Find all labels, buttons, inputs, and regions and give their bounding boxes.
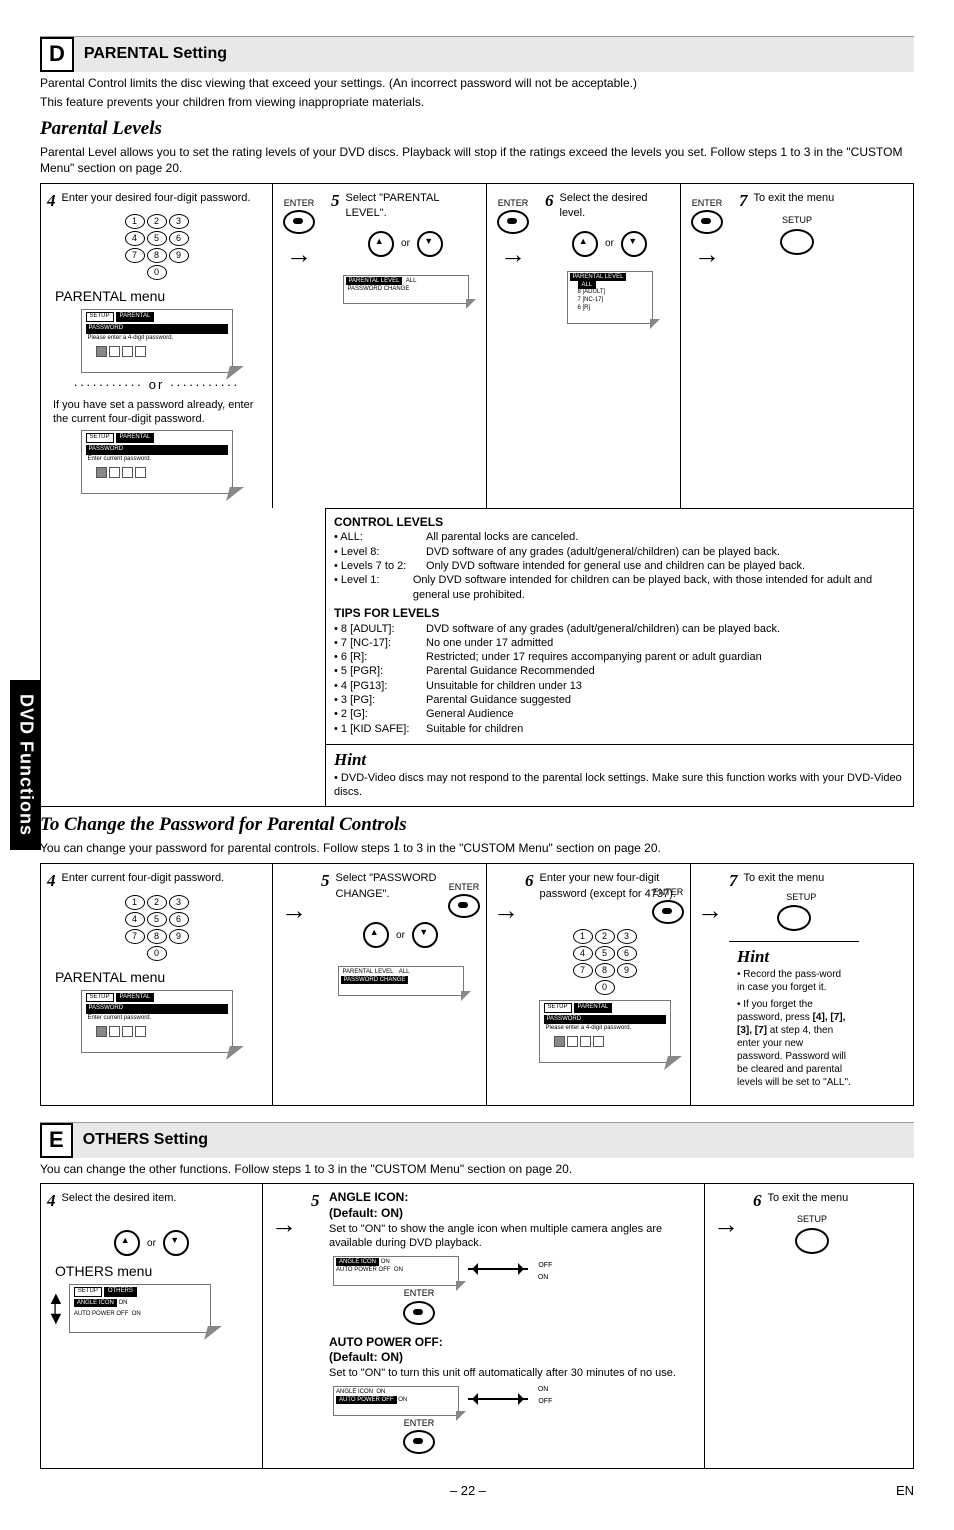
pw-step5-text: Select "PASSWORD CHANGE".	[336, 872, 437, 900]
angle-icon-title: ANGLE ICON:	[329, 1190, 408, 1204]
down-button-icon	[621, 231, 647, 257]
section-e-header: E OTHERS Setting	[40, 1122, 914, 1158]
section-title-e: OTHERS Setting	[83, 1130, 208, 1151]
osd-pw-change-menu: PARENTAL LEVEL ALL PASSWORD CHANGE	[338, 966, 464, 996]
step-num-7: 7	[739, 190, 748, 212]
up-button-icon	[368, 231, 394, 257]
keypad-icon: 123 456 789 0	[525, 928, 684, 996]
pw-step6-text: Enter your new four-digit password (exce…	[540, 872, 676, 900]
page-number: – 22 –	[450, 1483, 486, 1500]
setup-button-icon	[780, 229, 814, 255]
step7-text: To exit the menu	[754, 192, 835, 204]
angle-text: Set to "ON" to show the angle icon when …	[329, 1222, 698, 1251]
arrow-icon: →	[279, 238, 319, 272]
or-label: or	[401, 238, 410, 249]
para-intro1: Parental Control limits the disc viewing…	[40, 76, 914, 92]
auto-text: Set to "ON" to turn this unit off automa…	[329, 1366, 698, 1380]
subhead-change-password: To Change the Password for Parental Cont…	[40, 813, 914, 838]
step-num-6: 6	[545, 190, 554, 212]
e-step4-text: Select the desired item.	[62, 1192, 177, 1204]
arrow-icon: →	[493, 238, 533, 272]
osd-parental-current-pw: SETUPPARENTAL PASSWORD Enter current pas…	[81, 430, 233, 493]
enter-button-icon	[283, 210, 315, 234]
osd-pw-current: SETUPPARENTAL PASSWORD Enter current pas…	[81, 990, 233, 1053]
up-button-icon	[363, 922, 389, 948]
alt-note: If you have set a password already, ente…	[47, 398, 266, 427]
section-letter-d: D	[40, 37, 74, 72]
setup-button-icon	[777, 905, 811, 931]
enter-button-icon	[448, 894, 480, 918]
arrow-icon: →	[279, 894, 309, 928]
up-button-icon	[572, 231, 598, 257]
down-button-icon	[163, 1230, 189, 1256]
para-sub1: Parental Level allows you to set the rat…	[40, 145, 914, 176]
pw-step4-text: Enter current four-digit password.	[62, 872, 225, 884]
side-tab-dvd-functions: DVD Functions	[10, 680, 41, 850]
hint-block-1: Hint • DVD-Video discs may not respond t…	[326, 744, 913, 806]
enter-button-icon	[652, 900, 684, 924]
nav-cross-icon: ON OFF	[468, 1389, 528, 1409]
lang-code: EN	[896, 1483, 914, 1500]
osd-angle-icon: ANGLE ICON ON AUTO POWER OFF ON	[333, 1256, 459, 1286]
others-steps-box: 4 Select the desired item. or OTHERS men…	[40, 1183, 914, 1469]
osd-level-select: PARENTAL LEVEL ALL 8 [ADULT] 7 [NC-17] 6…	[567, 271, 653, 324]
keypad-icon: 123 456 789 0	[47, 894, 266, 962]
arrow-icon: →	[269, 1208, 299, 1242]
osd-parental-level-menu: PARENTAL LEVEL ALL PASSWORD CHANGE	[343, 275, 469, 305]
parental-levels-steps-box: 4 Enter your desired four-digit password…	[40, 183, 914, 807]
setup-button-icon	[795, 1228, 829, 1254]
keypad-icon: 123 456 789 0	[47, 213, 266, 281]
subhead-parental-levels: Parental Levels	[40, 117, 914, 142]
osd-auto-power: ANGLE ICON ON AUTO POWER OFF ON	[333, 1386, 459, 1416]
up-button-icon	[114, 1230, 140, 1256]
parental-menu-label: PARENTAL menu	[55, 287, 266, 305]
osd-others-menu: SETUPOTHERS ANGLE ICON ON AUTO POWER OFF…	[69, 1284, 211, 1332]
e-step6-text: To exit the menu	[768, 1192, 849, 1204]
hint-block-2: Hint • Record the pass-word in case you …	[729, 941, 859, 1095]
auto-power-title: AUTO POWER OFF:	[329, 1335, 443, 1349]
enter-button-icon	[403, 1430, 435, 1454]
para-e-intro: You can change the other functions. Foll…	[40, 1162, 914, 1178]
osd-parental-enter-pw: SETUPPARENTAL PASSWORD Please enter a 4-…	[81, 309, 233, 372]
angle-default: (Default: ON)	[329, 1206, 403, 1220]
arrow-icon: →	[711, 1208, 741, 1242]
arrow-icon: →	[697, 894, 717, 928]
down-button-icon	[412, 922, 438, 948]
page-footer: – 22 – EN	[40, 1483, 914, 1500]
updown-arrow-icon: ▲│▼	[47, 1293, 65, 1323]
control-levels-block: CONTROL LEVELS • ALL:All parental locks …	[326, 508, 913, 744]
pw-step7-text: To exit the menu	[744, 872, 825, 884]
section-letter-e: E	[40, 1123, 73, 1158]
step4-text: Enter your desired four-digit password.	[62, 192, 251, 204]
section-d-header: D PARENTAL Setting	[40, 36, 914, 72]
auto-default: (Default: ON)	[329, 1350, 403, 1364]
step-num-4: 4	[47, 190, 56, 212]
others-menu-label: OTHERS menu	[55, 1262, 256, 1280]
arrow-icon: →	[687, 238, 727, 272]
osd-pw-new: SETUPPARENTAL PASSWORD Please enter a 4-…	[539, 1000, 671, 1063]
down-button-icon	[417, 231, 443, 257]
enter-button-icon	[403, 1301, 435, 1325]
nav-cross-icon: OFF ON	[468, 1259, 528, 1279]
enter-button-icon	[497, 210, 529, 234]
step6-text: Select the desired level.	[560, 192, 648, 220]
section-title-d: PARENTAL Setting	[84, 44, 227, 65]
arrow-icon: →	[493, 894, 513, 928]
para-sub2: You can change your password for parenta…	[40, 841, 914, 857]
enter-label: ENTER	[279, 198, 319, 210]
enter-button-icon	[691, 210, 723, 234]
password-change-steps-box: 4 Enter current four-digit password. 123…	[40, 863, 914, 1106]
step-num-5: 5	[331, 190, 340, 212]
para-intro2: This feature prevents your children from…	[40, 95, 914, 111]
setup-label: SETUP	[739, 215, 855, 227]
step5-text: Select "PARENTAL LEVEL".	[346, 192, 440, 220]
